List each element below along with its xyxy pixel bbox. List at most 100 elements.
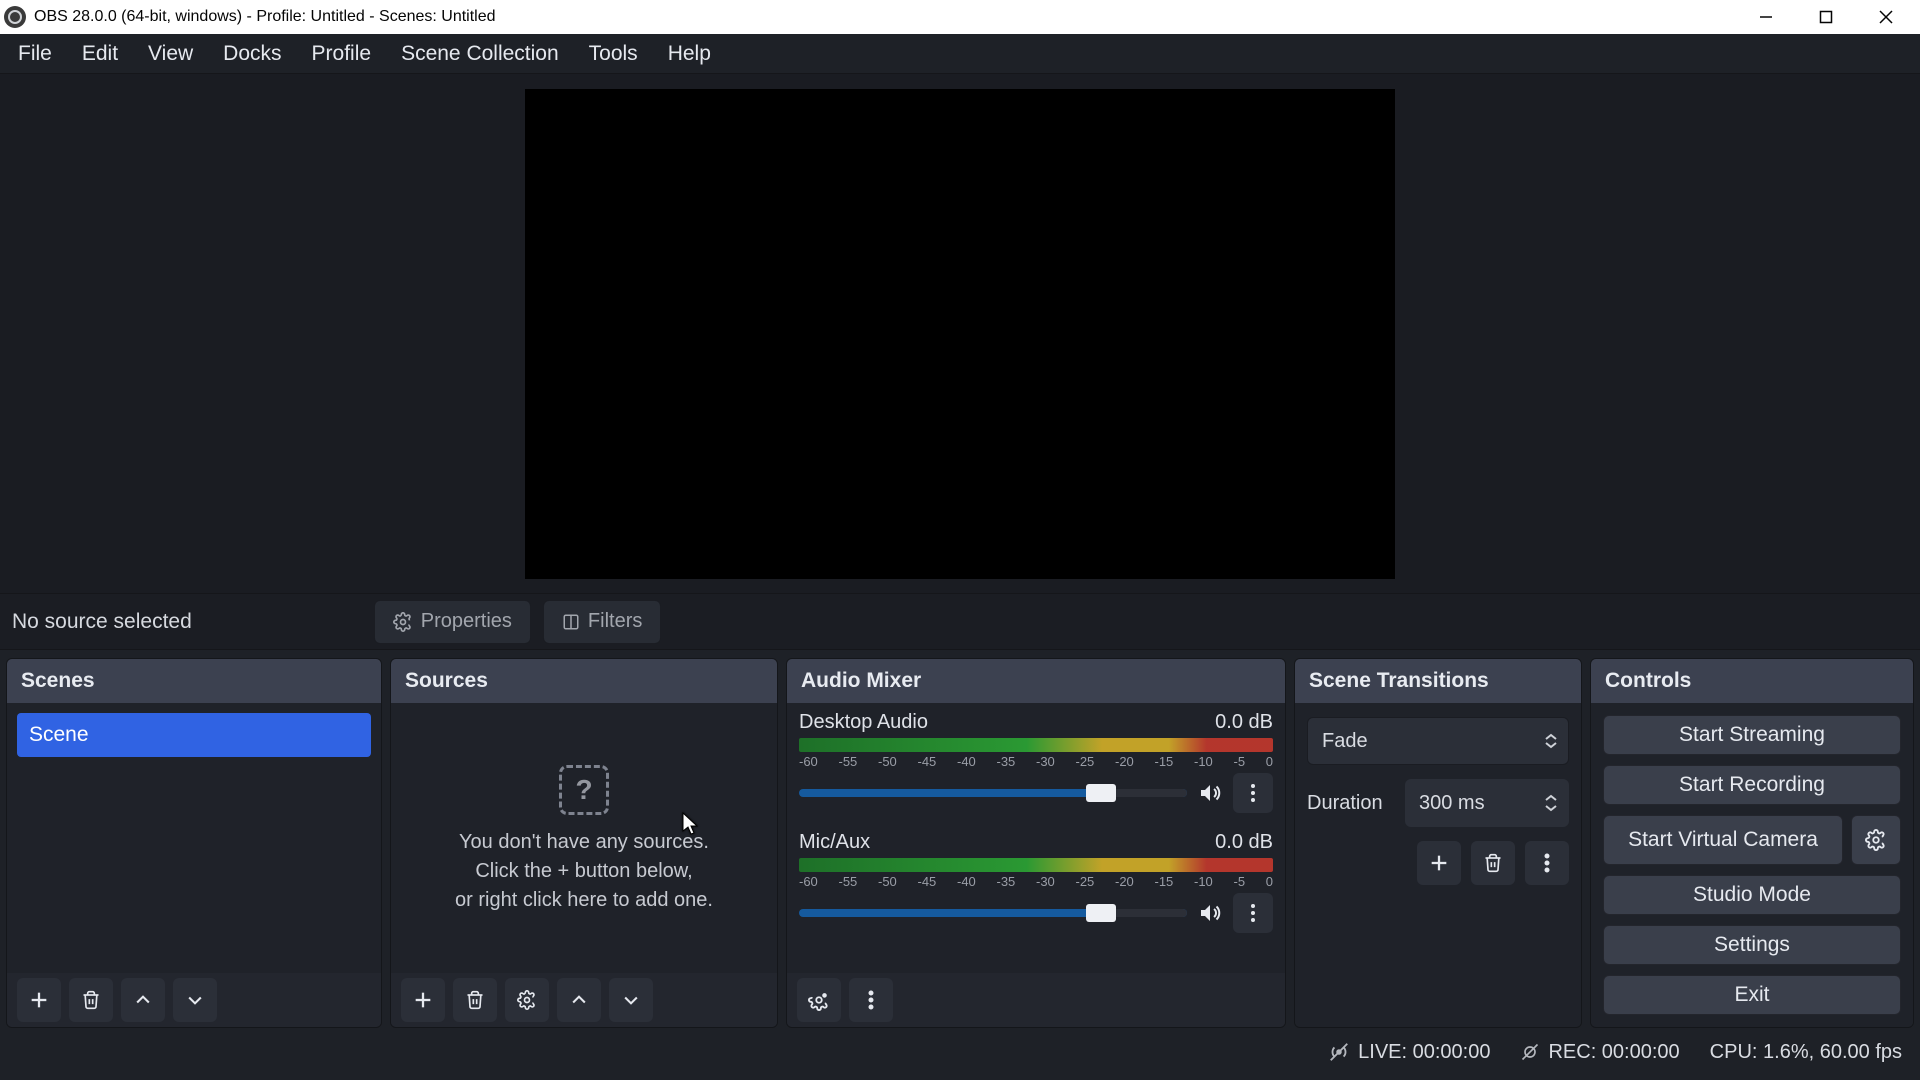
broadcast-icon — [1328, 1041, 1350, 1063]
start-recording-button[interactable]: Start Recording — [1603, 765, 1901, 805]
channel-menu-button[interactable] — [1233, 893, 1273, 933]
sources-empty-line2: Click the + button below, — [475, 860, 692, 883]
cpu-text: CPU: 1.6%, 60.00 fps — [1710, 1041, 1902, 1064]
menu-profile[interactable]: Profile — [298, 36, 386, 72]
window-titlebar: OBS 28.0.0 (64-bit, windows) - Profile: … — [0, 0, 1920, 34]
sources-list[interactable]: ? You don't have any sources. Click the … — [391, 703, 777, 973]
sources-empty-line1: You don't have any sources. — [459, 831, 709, 854]
menu-view[interactable]: View — [134, 36, 207, 72]
duration-value: 300 ms — [1419, 792, 1485, 815]
mixer-toolbar — [787, 973, 1285, 1027]
status-bar: LIVE: 00:00:00 REC: 00:00:00 CPU: 1.6%, … — [0, 1034, 1920, 1070]
channel-name: Mic/Aux — [799, 831, 870, 854]
add-transition-button[interactable] — [1417, 841, 1461, 885]
maximize-button[interactable] — [1796, 0, 1856, 34]
exit-button[interactable]: Exit — [1603, 975, 1901, 1015]
transition-menu-button[interactable] — [1525, 841, 1569, 885]
status-live: LIVE: 00:00:00 — [1328, 1041, 1490, 1064]
preview-area — [0, 74, 1920, 594]
gear-icon — [1865, 829, 1887, 851]
menu-scene-collection[interactable]: Scene Collection — [387, 36, 573, 72]
move-source-up-button[interactable] — [557, 978, 601, 1022]
speaker-icon[interactable] — [1197, 780, 1223, 806]
controls-body: Start Streaming Start Recording Start Vi… — [1591, 703, 1913, 1027]
audio-mixer-body: Desktop Audio 0.0 dB -60-55-50-45-40-35-… — [787, 703, 1285, 973]
docks-container: Scenes Scene Sources ? You don't have an… — [0, 650, 1920, 1034]
properties-button[interactable]: Properties — [374, 600, 531, 644]
start-streaming-button[interactable]: Start Streaming — [1603, 715, 1901, 755]
advanced-audio-button[interactable] — [797, 978, 841, 1022]
level-meter — [799, 738, 1273, 752]
filters-icon — [562, 613, 580, 631]
channel-level: 0.0 dB — [1215, 831, 1273, 854]
channel-menu-button[interactable] — [1233, 773, 1273, 813]
rec-text: REC: 00:00:00 — [1548, 1041, 1679, 1064]
source-properties-button[interactable] — [505, 978, 549, 1022]
record-icon — [1520, 1042, 1540, 1062]
minimize-button[interactable] — [1736, 0, 1796, 34]
transitions-header[interactable]: Scene Transitions — [1295, 659, 1581, 703]
menu-edit[interactable]: Edit — [68, 36, 132, 72]
window-title: OBS 28.0.0 (64-bit, windows) - Profile: … — [34, 8, 496, 26]
settings-button[interactable]: Settings — [1603, 925, 1901, 965]
transition-selected: Fade — [1322, 730, 1368, 753]
sources-empty-state: ? You don't have any sources. Click the … — [391, 703, 777, 973]
move-scene-up-button[interactable] — [121, 978, 165, 1022]
volume-slider[interactable] — [799, 789, 1187, 797]
remove-source-button[interactable] — [453, 978, 497, 1022]
audio-mixer-header[interactable]: Audio Mixer — [787, 659, 1285, 703]
add-source-button[interactable] — [401, 978, 445, 1022]
sources-header[interactable]: Sources — [391, 659, 777, 703]
status-cpu: CPU: 1.6%, 60.00 fps — [1710, 1041, 1902, 1064]
transitions-body: Fade Duration 300 ms — [1295, 703, 1581, 1027]
meter-ticks: -60-55-50-45-40-35-30-25-20-15-10-50 — [799, 754, 1273, 769]
controls-header[interactable]: Controls — [1591, 659, 1913, 703]
transition-select[interactable]: Fade — [1307, 717, 1569, 765]
menu-file[interactable]: File — [4, 36, 66, 72]
scenes-list[interactable]: Scene — [7, 703, 381, 973]
add-scene-button[interactable] — [17, 978, 61, 1022]
move-scene-down-button[interactable] — [173, 978, 217, 1022]
start-virtual-camera-button[interactable]: Start Virtual Camera — [1603, 815, 1843, 865]
channel-level: 0.0 dB — [1215, 711, 1273, 734]
audio-mixer-dock: Audio Mixer Desktop Audio 0.0 dB -60-55-… — [786, 658, 1286, 1028]
controls-dock: Controls Start Streaming Start Recording… — [1590, 658, 1914, 1028]
channel-name: Desktop Audio — [799, 711, 928, 734]
menu-bar: File Edit View Docks Profile Scene Colle… — [0, 34, 1920, 74]
scenes-toolbar — [7, 973, 381, 1027]
scenes-header[interactable]: Scenes — [7, 659, 381, 703]
menu-tools[interactable]: Tools — [575, 36, 652, 72]
speaker-icon[interactable] — [1197, 900, 1223, 926]
close-button[interactable] — [1856, 0, 1916, 34]
menu-docks[interactable]: Docks — [209, 36, 295, 72]
updown-icon — [1544, 718, 1558, 764]
sources-toolbar — [391, 973, 777, 1027]
no-source-selected-label: No source selected — [12, 610, 192, 634]
volume-slider[interactable] — [799, 909, 1187, 917]
live-text: LIVE: 00:00:00 — [1358, 1041, 1490, 1064]
remove-scene-button[interactable] — [69, 978, 113, 1022]
transitions-dock: Scene Transitions Fade Duration 300 ms — [1294, 658, 1582, 1028]
placeholder-icon: ? — [559, 765, 609, 815]
scene-item[interactable]: Scene — [17, 713, 371, 757]
gear-icon — [393, 612, 413, 632]
obs-logo-icon — [4, 6, 26, 28]
properties-label: Properties — [421, 610, 512, 633]
spin-arrows-icon[interactable] — [1539, 783, 1563, 823]
remove-transition-button[interactable] — [1471, 841, 1515, 885]
move-source-down-button[interactable] — [609, 978, 653, 1022]
virtual-camera-settings-button[interactable] — [1851, 815, 1901, 865]
preview-canvas[interactable] — [525, 89, 1395, 579]
mixer-menu-button[interactable] — [849, 978, 893, 1022]
filters-button[interactable]: Filters — [543, 600, 661, 644]
mixer-channel-desktop-audio: Desktop Audio 0.0 dB -60-55-50-45-40-35-… — [799, 711, 1273, 813]
scenes-dock: Scenes Scene — [6, 658, 382, 1028]
menu-help[interactable]: Help — [654, 36, 725, 72]
duration-label: Duration — [1307, 792, 1395, 815]
source-toolbar: No source selected Properties Filters — [0, 594, 1920, 650]
filters-label: Filters — [588, 610, 642, 633]
duration-spinbox[interactable]: 300 ms — [1405, 779, 1569, 827]
studio-mode-button[interactable]: Studio Mode — [1603, 875, 1901, 915]
level-meter — [799, 858, 1273, 872]
mixer-channel-mic-aux: Mic/Aux 0.0 dB -60-55-50-45-40-35-30-25-… — [799, 831, 1273, 933]
